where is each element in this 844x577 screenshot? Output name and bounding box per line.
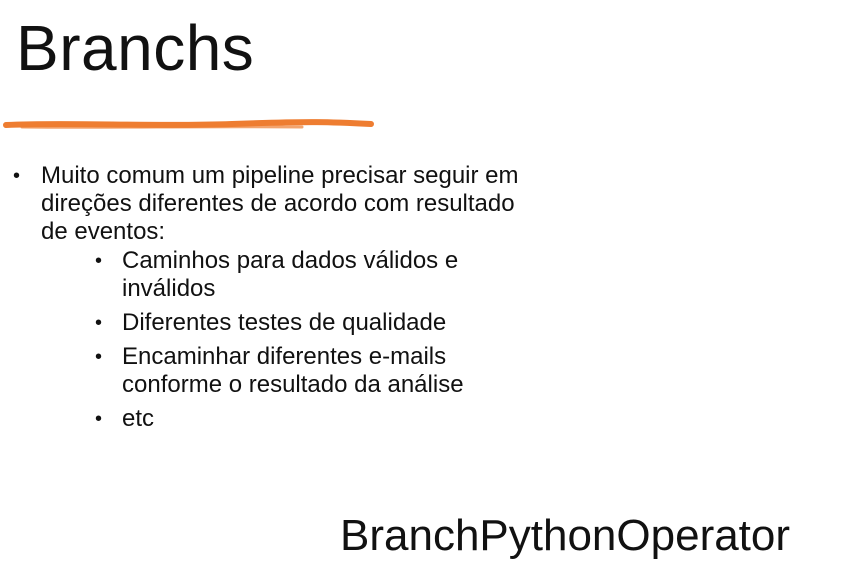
operator-label: BranchPythonOperator <box>340 511 791 560</box>
bullet-dot: • <box>95 250 103 272</box>
main-bullet-text: Muito comum um pipeline precisar seguir … <box>41 162 519 245</box>
bullet-list: • Muito comum um pipeline precisar segui… <box>12 162 532 439</box>
bullet-dot: • <box>13 165 21 187</box>
sub-bullet: • Caminhos para dados válidos e inválido… <box>91 247 532 303</box>
sub-bullet-text: etc <box>122 405 155 432</box>
sub-bullet-list: • Caminhos para dados válidos e inválido… <box>41 247 532 433</box>
sub-bullet-text: Diferentes testes de qualidade <box>122 309 447 336</box>
slide-title: Branchs <box>16 12 255 84</box>
sub-bullet-text: Caminhos para dados válidos e inválidos <box>122 247 459 302</box>
sub-bullet: • Encaminhar diferentes e-mails conforme… <box>91 343 532 399</box>
bullet-dot: • <box>95 408 103 430</box>
sub-bullet-text: Encaminhar diferentes e-mails conforme o… <box>122 343 464 398</box>
main-bullet: • Muito comum um pipeline precisar segui… <box>12 162 532 433</box>
bullet-dot: • <box>95 312 103 334</box>
bullet-dot: • <box>95 346 103 368</box>
title-underline <box>3 119 374 129</box>
sub-bullet: • etc <box>91 405 532 433</box>
sub-bullet: • Diferentes testes de qualidade <box>91 309 532 337</box>
